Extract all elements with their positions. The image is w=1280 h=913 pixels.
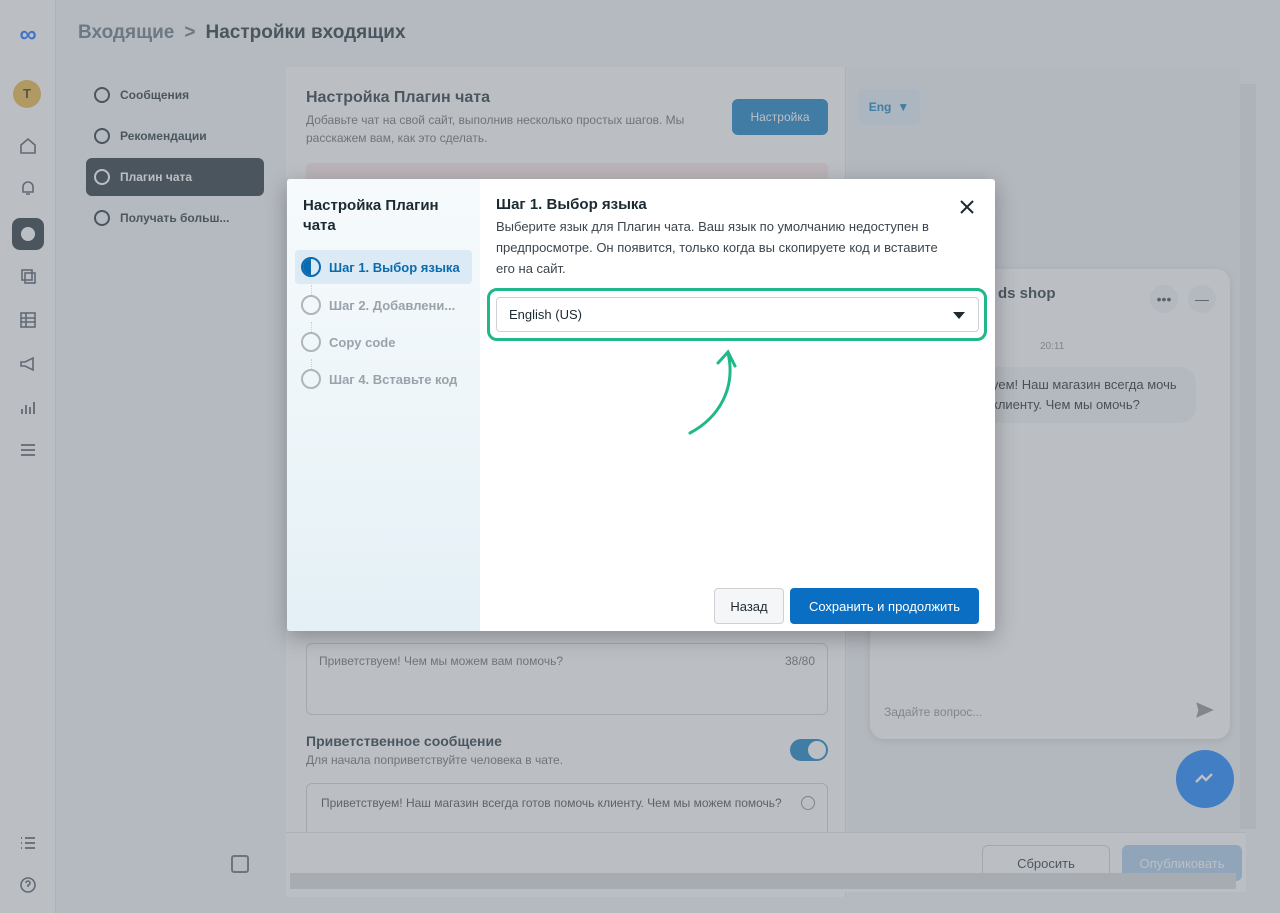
step-select-language[interactable]: Шаг 1. Выбор языка	[295, 250, 472, 284]
step-label: Шаг 2. Добавлени...	[329, 297, 456, 313]
empty-circle-icon	[301, 332, 321, 352]
step-label: Copy code	[329, 334, 396, 350]
step-title: Шаг 1. Выбор языка	[496, 196, 647, 213]
close-icon[interactable]	[956, 196, 978, 218]
step-label: Шаг 1. Выбор языка	[329, 259, 460, 275]
step-add-domain[interactable]: Шаг 2. Добавлени...	[295, 288, 472, 322]
language-select[interactable]: English (US)	[496, 297, 979, 332]
step-paste-code[interactable]: Шаг 4. Вставьте код	[295, 362, 472, 396]
dialog-content: Шаг 1. Выбор языка Выберите язык для Пла…	[480, 179, 995, 631]
save-and-continue-button[interactable]: Сохранить и продолжить	[790, 588, 979, 624]
annotation-arrow-icon	[688, 349, 737, 435]
empty-circle-icon	[301, 295, 321, 315]
dialog-sidebar-title: Настройка Плагин чата	[303, 197, 439, 234]
half-circle-progress-icon	[301, 257, 321, 277]
step-label: Шаг 4. Вставьте код	[329, 371, 458, 387]
chat-plugin-setup-dialog: Настройка Плагин чата Шаг 1. Выбор языка…	[287, 179, 995, 631]
setup-steps-sidebar: Настройка Плагин чата Шаг 1. Выбор языка…	[287, 179, 480, 631]
empty-circle-icon	[301, 369, 321, 389]
back-button[interactable]: Назад	[714, 588, 784, 624]
step-copy-code[interactable]: Copy code	[295, 325, 472, 359]
step-description: Выберите язык для Плагин чата. Ваш язык …	[496, 219, 938, 276]
language-select-value: English (US)	[509, 307, 582, 322]
caret-down-icon	[953, 312, 965, 319]
